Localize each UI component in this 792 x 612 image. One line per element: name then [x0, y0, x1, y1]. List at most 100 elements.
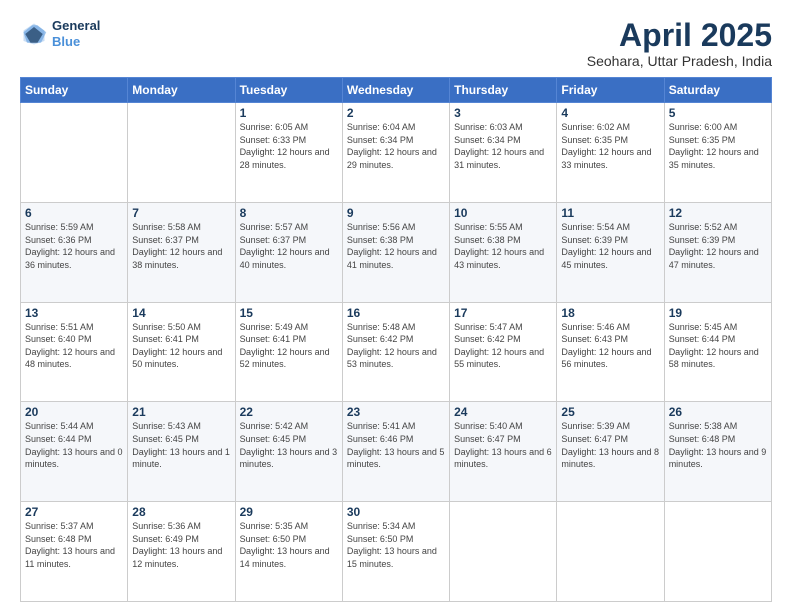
daylight-text: Daylight: 12 hours and 40 minutes.	[240, 247, 330, 270]
cell-info: Sunrise: 5:49 AMSunset: 6:41 PMDaylight:…	[240, 321, 338, 371]
day-number: 14	[132, 306, 230, 320]
table-row: 2Sunrise: 6:04 AMSunset: 6:34 PMDaylight…	[342, 103, 449, 203]
logo-text: General Blue	[52, 18, 100, 49]
sunset-text: Sunset: 6:42 PM	[347, 334, 414, 344]
subtitle: Seohara, Uttar Pradesh, India	[587, 53, 772, 69]
day-number: 6	[25, 206, 123, 220]
calendar-week-row: 27 Sunrise: 5:37 AM Sunset: 6:48 PM Dayligh…	[21, 502, 772, 602]
day-number: 19	[669, 306, 767, 320]
table-row: 13Sunrise: 5:51 AMSunset: 6:40 PMDayligh…	[21, 302, 128, 402]
table-row	[557, 502, 664, 602]
sunset-text: Sunset: 6:40 PM	[25, 334, 92, 344]
logo-line1: General	[52, 18, 100, 34]
table-row: 18Sunrise: 5:46 AMSunset: 6:43 PMDayligh…	[557, 302, 664, 402]
calendar-week-row: 13Sunrise: 5:51 AMSunset: 6:40 PMDayligh…	[21, 302, 772, 402]
day-number: 16	[347, 306, 445, 320]
cell-info: Sunrise: 5:47 AMSunset: 6:42 PMDaylight:…	[454, 321, 552, 371]
daylight-text: Daylight: 13 hours and 6 minutes.	[454, 447, 552, 470]
day-number: 24	[454, 405, 552, 419]
col-wednesday: Wednesday	[342, 78, 449, 103]
sunrise-text: Sunrise: 6:03 AM	[454, 122, 523, 132]
daylight-text: Daylight: 13 hours and 3 minutes.	[240, 447, 338, 470]
cell-info: Sunrise: 5:44 AMSunset: 6:44 PMDaylight:…	[25, 420, 123, 470]
sunrise-text: Sunrise: 5:36 AM	[132, 521, 201, 531]
table-row: 1Sunrise: 6:05 AMSunset: 6:33 PMDaylight…	[235, 103, 342, 203]
col-tuesday: Tuesday	[235, 78, 342, 103]
table-row: 19Sunrise: 5:45 AMSunset: 6:44 PMDayligh…	[664, 302, 771, 402]
sunrise-text: Sunrise: 5:39 AM	[561, 421, 630, 431]
day-number: 1	[240, 106, 338, 120]
sunrise-text: Sunrise: 5:44 AM	[25, 421, 94, 431]
table-row	[664, 502, 771, 602]
calendar-week-row: 6Sunrise: 5:59 AMSunset: 6:36 PMDaylight…	[21, 202, 772, 302]
sunrise-text: Sunrise: 5:50 AM	[132, 322, 201, 332]
sunset-text: Sunset: 6:45 PM	[132, 434, 199, 444]
sunrise-text: Sunrise: 6:02 AM	[561, 122, 630, 132]
day-number: 22	[240, 405, 338, 419]
daylight-text: Daylight: 12 hours and 55 minutes.	[454, 347, 544, 370]
table-row: 29Sunrise: 5:35 AMSunset: 6:50 PMDayligh…	[235, 502, 342, 602]
daylight-text: Daylight: 13 hours and 9 minutes.	[669, 447, 767, 470]
sunrise-text: Sunrise: 5:38 AM	[669, 421, 738, 431]
cell-info: Sunrise: 5:41 AMSunset: 6:46 PMDaylight:…	[347, 420, 445, 470]
daylight-text: Daylight: 12 hours and 48 minutes.	[25, 347, 115, 370]
cell-info: Sunrise: 5:54 AM Sunset: 6:39 PM Daylight:…	[561, 221, 659, 271]
daylight-text: Daylight: 13 hours and 0 minutes.	[25, 447, 123, 470]
day-number: 30	[347, 505, 445, 519]
sunrise-text: Sunrise: 5:55 AM	[454, 222, 523, 232]
daylight-text: Daylight: 12 hours and 43 minutes.	[454, 247, 544, 270]
calendar-week-row: 20Sunrise: 5:44 AMSunset: 6:44 PMDayligh…	[21, 402, 772, 502]
cell-info: Sunrise: 5:45 AMSunset: 6:44 PMDaylight:…	[669, 321, 767, 371]
day-number: 26	[669, 405, 767, 419]
sunset-text: Sunset: 6:41 PM	[132, 334, 199, 344]
sunset-text: Sunset: 6:36 PM	[25, 235, 92, 245]
table-row: 6Sunrise: 5:59 AMSunset: 6:36 PMDaylight…	[21, 202, 128, 302]
sunrise-text: Sunrise: 5:47 AM	[454, 322, 523, 332]
col-saturday: Saturday	[664, 78, 771, 103]
day-number: 3	[454, 106, 552, 120]
sunrise-text: Sunrise: 5:37 AM	[25, 521, 94, 531]
sunset-text: Sunset: 6:47 PM	[561, 434, 628, 444]
daylight-text: Daylight: 12 hours and 45 minutes.	[561, 247, 651, 270]
table-row: 17Sunrise: 5:47 AMSunset: 6:42 PMDayligh…	[450, 302, 557, 402]
sunrise-text: Sunrise: 6:00 AM	[669, 122, 738, 132]
sunset-text: Sunset: 6:38 PM	[347, 235, 414, 245]
sunrise-text: Sunrise: 5:42 AM	[240, 421, 309, 431]
daylight-text: Daylight: 12 hours and 41 minutes.	[347, 247, 437, 270]
day-number: 23	[347, 405, 445, 419]
cell-info: Sunrise: 6:04 AMSunset: 6:34 PMDaylight:…	[347, 121, 445, 171]
sunrise-text: Sunrise: 5:54 AM	[561, 222, 630, 232]
day-number: 28	[132, 505, 230, 519]
cell-info: Sunrise: 6:03 AMSunset: 6:34 PMDaylight:…	[454, 121, 552, 171]
sunset-text: Sunset: 6:44 PM	[669, 334, 736, 344]
sunrise-text: Sunrise: 5:41 AM	[347, 421, 416, 431]
sunrise-text: Sunrise: 5:35 AM	[240, 521, 309, 531]
col-monday: Monday	[128, 78, 235, 103]
cell-info: Sunrise: 5:43 AMSunset: 6:45 PMDaylight:…	[132, 420, 230, 470]
sunset-text: Sunset: 6:48 PM	[25, 534, 92, 544]
table-row	[450, 502, 557, 602]
cell-info: Sunrise: 5:56 AMSunset: 6:38 PMDaylight:…	[347, 221, 445, 271]
table-row: 7Sunrise: 5:58 AMSunset: 6:37 PMDaylight…	[128, 202, 235, 302]
table-row: 21Sunrise: 5:43 AMSunset: 6:45 PMDayligh…	[128, 402, 235, 502]
daylight-text: Daylight: 13 hours and 12 minutes.	[132, 546, 222, 569]
sunset-text: Sunset: 6:49 PM	[132, 534, 199, 544]
table-row: 8Sunrise: 5:57 AMSunset: 6:37 PMDaylight…	[235, 202, 342, 302]
sunset-text: Sunset: 6:39 PM	[561, 235, 628, 245]
day-number: 25	[561, 405, 659, 419]
day-number: 27	[25, 505, 123, 519]
day-number: 11	[561, 206, 659, 220]
daylight-text: Daylight: 12 hours and 56 minutes.	[561, 347, 651, 370]
table-row: 4Sunrise: 6:02 AMSunset: 6:35 PMDaylight…	[557, 103, 664, 203]
table-row: 9Sunrise: 5:56 AMSunset: 6:38 PMDaylight…	[342, 202, 449, 302]
cell-info: Sunrise: 5:51 AMSunset: 6:40 PMDaylight:…	[25, 321, 123, 371]
cell-info: Sunrise: 6:00 AMSunset: 6:35 PMDaylight:…	[669, 121, 767, 171]
daylight-text: Daylight: 13 hours and 14 minutes.	[240, 546, 330, 569]
table-row: 24Sunrise: 5:40 AMSunset: 6:47 PMDayligh…	[450, 402, 557, 502]
col-thursday: Thursday	[450, 78, 557, 103]
cell-info: Sunrise: 5:34 AMSunset: 6:50 PMDaylight:…	[347, 520, 445, 570]
sunrise-text: Sunrise: 5:58 AM	[132, 222, 201, 232]
sunrise-text: Sunrise: 6:04 AM	[347, 122, 416, 132]
daylight-text: Daylight: 12 hours and 36 minutes.	[25, 247, 115, 270]
logo: General Blue	[20, 18, 100, 49]
